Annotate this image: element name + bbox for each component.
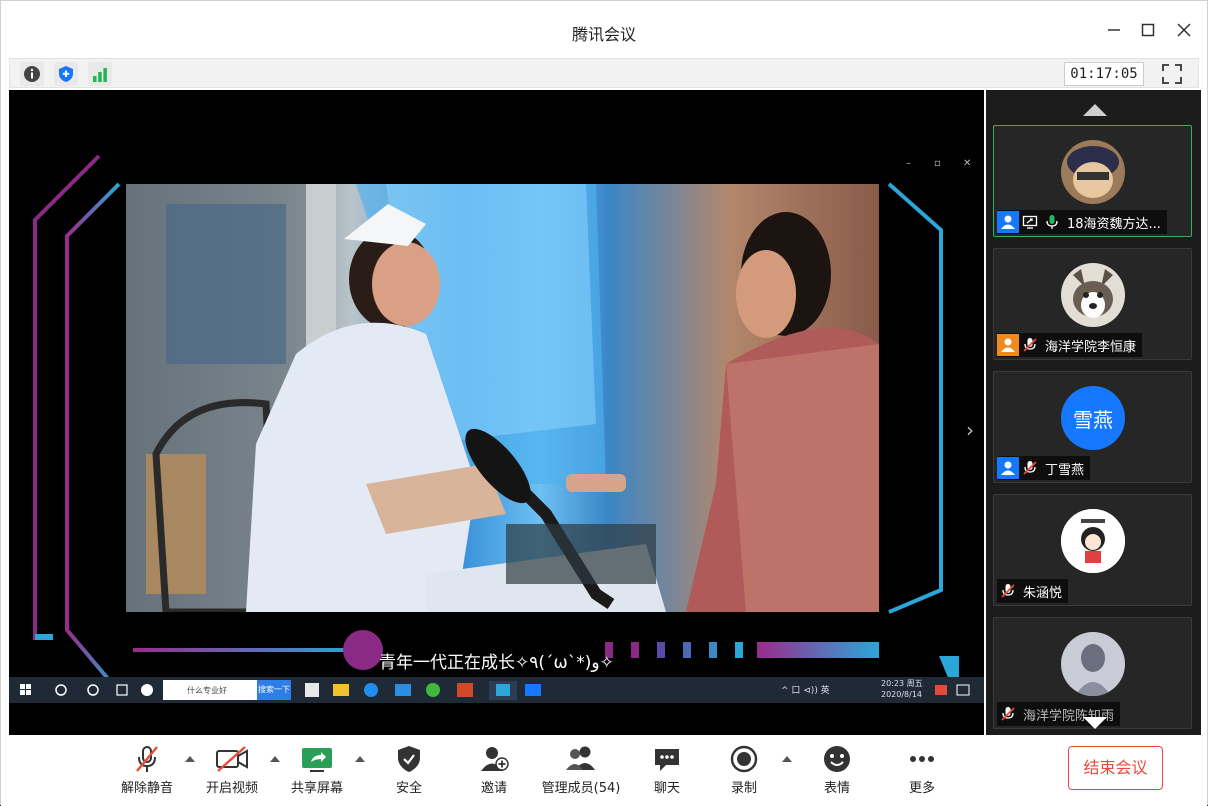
microphone-muted-icon <box>1019 457 1041 479</box>
share-options-caret-icon[interactable] <box>355 756 365 762</box>
minimize-icon[interactable] <box>1099 15 1129 45</box>
participant-tile[interactable]: 雪燕 丁雪燕 <box>993 371 1192 483</box>
taskbar-app-icons <box>305 681 541 700</box>
add-user-icon <box>477 744 511 774</box>
end-meeting-button[interactable]: 结束会议 <box>1068 746 1163 790</box>
signal-strength-icon[interactable] <box>88 62 112 86</box>
participant-tile[interactable]: 海洋学院陈知雨 <box>993 617 1192 729</box>
next-page-arrow[interactable]: › <box>966 418 974 442</box>
host-badge-icon <box>997 457 1019 479</box>
taskbar-tray: ^ 口 ⊲)) 英 <box>781 686 830 696</box>
manage-members-label: 管理成员(54) <box>541 781 621 796</box>
host-badge-icon <box>997 211 1019 233</box>
share-screen-icon <box>300 744 334 774</box>
participant-avatar: 雪燕 <box>1061 386 1125 450</box>
title-bar: 腾讯会议 <box>1 1 1207 57</box>
taskbar-notification-icons <box>935 684 970 696</box>
meeting-window: 腾讯会议 01:17:05 – ▫ ✕ 青年一代正在成长✧٩(ˊωˋ*)و✧ ›… <box>0 0 1208 806</box>
security-shield-icon[interactable] <box>54 62 78 86</box>
manage-members-button[interactable]: 管理成员(54) <box>541 744 621 800</box>
more-label: 更多 <box>908 781 935 796</box>
scroll-down-icon[interactable] <box>1083 717 1107 729</box>
chat-bubble-icon <box>650 744 684 774</box>
record-options-caret-icon[interactable] <box>782 756 792 762</box>
embedded-close-icon: ✕ <box>963 158 972 169</box>
participant-tile[interactable]: 18海资魏方达... <box>993 125 1192 237</box>
share-screen-button[interactable]: 共享屏幕 <box>277 744 357 800</box>
taskbar-start-icons <box>20 684 153 696</box>
close-icon[interactable] <box>1169 15 1199 45</box>
video-caption: 青年一代正在成长✧٩(ˊωˋ*)و✧ <box>379 653 614 673</box>
microphone-muted-icon <box>130 744 164 774</box>
embedded-minimize-icon: – <box>906 158 911 169</box>
participant-name: 18海资魏方达... <box>1067 216 1161 232</box>
participant-avatar <box>1061 509 1125 573</box>
smiley-face-icon <box>820 744 854 774</box>
fullscreen-icon[interactable] <box>1160 62 1184 86</box>
window-title: 腾讯会议 <box>571 25 636 44</box>
shield-icon <box>392 744 426 774</box>
taskbar-clock-time: 20:23 周五 <box>881 679 923 688</box>
microphone-on-icon <box>1041 211 1063 233</box>
participant-nameplate: 朱涵悦 <box>997 579 1069 603</box>
maximize-icon[interactable] <box>1133 15 1163 45</box>
participant-name: 丁雪燕 <box>1045 462 1085 478</box>
participant-avatar <box>1061 263 1125 327</box>
info-icon[interactable] <box>20 62 44 86</box>
record-icon <box>727 744 761 774</box>
participant-avatar <box>1061 632 1125 696</box>
more-button[interactable]: 更多 <box>882 744 962 800</box>
cohost-badge-icon <box>997 334 1019 356</box>
screen-share-icon <box>1019 211 1041 233</box>
security-label: 安全 <box>395 781 422 796</box>
start-video-button[interactable]: 开启视频 <box>192 744 272 800</box>
security-button[interactable]: 安全 <box>369 744 449 800</box>
interview-scene <box>126 184 879 612</box>
invite-label: 邀请 <box>480 781 507 796</box>
participant-tile[interactable]: 海洋学院李恒康 <box>993 248 1192 360</box>
camera-off-icon <box>215 744 249 774</box>
members-icon <box>564 744 598 774</box>
start-video-label: 开启视频 <box>205 781 258 796</box>
participant-nameplate: 海洋学院李恒康 <box>997 333 1143 357</box>
meeting-controls-bar: 解除静音 开启视频 共享屏幕 安全 邀请 管理成员(54) 聊天 录制 表情 更… <box>1 736 1207 806</box>
more-dots-icon <box>905 744 939 774</box>
participant-panel: 18海资魏方达... 海洋学院李恒康 雪燕 丁雪燕 朱涵悦 海洋学院陈知雨 <box>986 90 1201 735</box>
unmute-label: 解除静音 <box>120 781 173 796</box>
participant-tile[interactable]: 朱涵悦 <box>993 494 1192 606</box>
participant-avatar <box>1061 140 1125 204</box>
reactions-label: 表情 <box>823 781 850 796</box>
record-button[interactable]: 录制 <box>704 744 784 800</box>
microphone-muted-icon <box>997 703 1019 725</box>
shared-screen-stage: – ▫ ✕ 青年一代正在成长✧٩(ˊωˋ*)و✧ › 什么专业好 搜索一下 ^ … <box>9 90 984 735</box>
chat-label: 聊天 <box>653 781 680 796</box>
meeting-info-bar: 01:17:05 <box>9 58 1199 88</box>
participant-nameplate: 18海资魏方达... <box>997 210 1167 234</box>
participant-name: 朱涵悦 <box>1023 585 1063 601</box>
avatar-initials: 雪燕 <box>1073 407 1113 432</box>
meeting-timer: 01:17:05 <box>1064 62 1144 86</box>
participant-name: 海洋学院李恒康 <box>1045 339 1137 355</box>
microphone-muted-icon <box>1019 334 1041 356</box>
microphone-muted-icon <box>997 580 1019 602</box>
chat-button[interactable]: 聊天 <box>627 744 707 800</box>
invite-button[interactable]: 邀请 <box>454 744 534 800</box>
embedded-taskbar: 什么专业好 搜索一下 ^ 口 ⊲)) 英 20:23 周五 2020/8/14 <box>9 677 984 703</box>
interview-video-frame <box>126 184 879 612</box>
share-screen-label: 共享屏幕 <box>290 781 343 796</box>
participant-nameplate: 丁雪燕 <box>997 456 1091 480</box>
taskbar-clock-date: 2020/8/14 <box>881 690 923 699</box>
reactions-button[interactable]: 表情 <box>797 744 877 800</box>
unmute-button[interactable]: 解除静音 <box>107 744 187 800</box>
taskbar-search-button: 搜索一下 <box>257 680 291 700</box>
record-label: 录制 <box>730 781 757 796</box>
scroll-up-icon[interactable] <box>1083 104 1107 116</box>
embedded-restore-icon: ▫ <box>934 158 941 169</box>
